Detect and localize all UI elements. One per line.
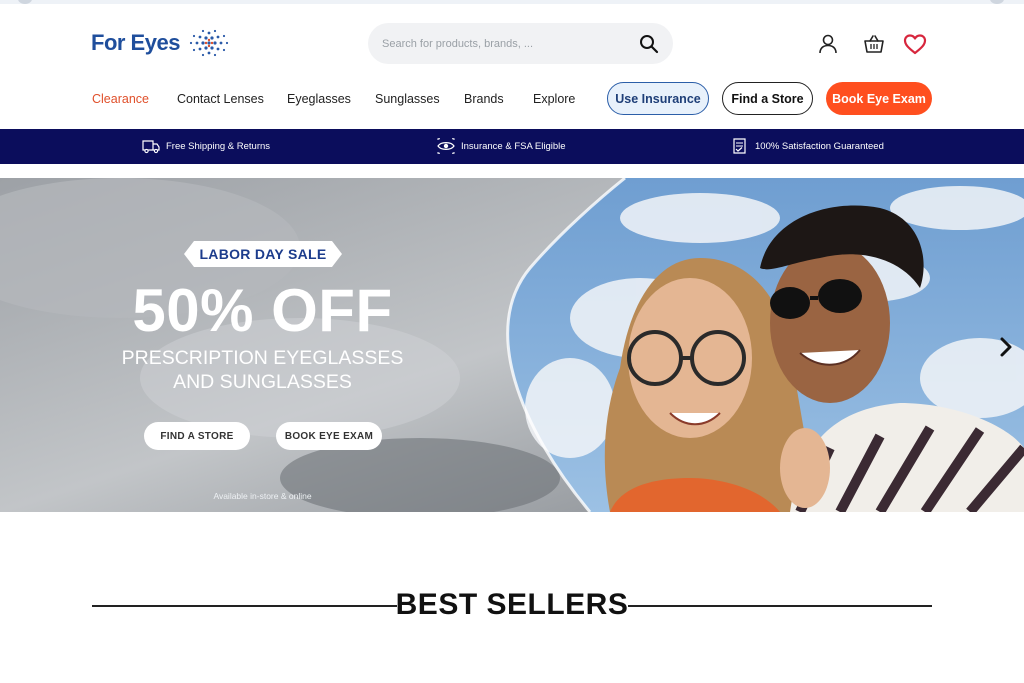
divider-left [92,605,397,607]
book-eye-exam-button[interactable]: Book Eye Exam [826,82,932,115]
nav-explore[interactable]: Explore [533,92,575,106]
hero-book-eye-exam-button[interactable]: BOOK EYE EXAM [276,422,382,450]
basket-icon[interactable] [863,33,885,55]
nav-sunglasses[interactable]: Sunglasses [375,92,440,106]
benefits-bar: Free Shipping & Returns Insurance & FSA … [0,129,1024,164]
divider-right [628,605,932,607]
hero-photo [0,178,1024,512]
benefit-guarantee: 100% Satisfaction Guaranteed [731,138,884,154]
search-bar [368,23,673,64]
account-icon[interactable] [817,33,839,55]
nav-brands[interactable]: Brands [464,92,504,106]
heart-icon[interactable] [903,33,927,55]
benefit-insurance: Insurance & FSA Eligible [437,138,566,154]
site-header: For Eyes Search for products, brands, ..… [0,4,1024,129]
hero-subheadline-line-1: PRESCRIPTION EYEGLASSES [121,347,404,369]
hero-availability-note: Available in-store & online [213,491,312,501]
logo-wordmark: For Eyes [91,30,180,55]
best-sellers-header: BEST SELLERS [92,588,932,624]
chevron-right-icon[interactable] [998,336,1014,358]
hero-banner[interactable]: LABOR DAY SALE 50% OFF PRESCRIPTION EYEG… [0,178,1024,512]
main-nav: Clearance Contact Lenses Eyeglasses Sung… [0,82,1024,118]
hero-subheadline: PRESCRIPTION EYEGLASSES AND SUNGLASSES [100,346,425,394]
logo-mark-icon [189,29,229,57]
sale-badge: LABOR DAY SALE [184,241,342,267]
nav-eyeglasses[interactable]: Eyeglasses [287,92,351,106]
eye-icon [437,138,455,154]
nav-clearance[interactable]: Clearance [92,92,149,106]
hero-headline: 50% OFF [132,277,393,344]
benefit-insurance-label: Insurance & FSA Eligible [461,140,566,152]
sale-badge-text: LABOR DAY SALE [199,246,327,262]
find-a-store-button[interactable]: Find a Store [722,82,813,115]
benefit-shipping: Free Shipping & Returns [142,138,270,154]
search-input[interactable] [382,37,639,50]
hero-find-a-store-button[interactable]: FIND A STORE [144,422,250,450]
benefit-guarantee-label: 100% Satisfaction Guaranteed [755,140,884,152]
benefit-shipping-label: Free Shipping & Returns [166,140,271,152]
best-sellers-title: BEST SELLERS [395,588,629,621]
use-insurance-button[interactable]: Use Insurance [607,82,709,115]
truck-icon [142,140,160,154]
nav-contact-lenses[interactable]: Contact Lenses [177,92,264,106]
logo[interactable]: For Eyes [91,28,232,58]
search-icon[interactable] [639,34,659,54]
hero-subheadline-line-2: AND SUNGLASSES [173,371,352,393]
guarantee-icon [733,138,746,154]
